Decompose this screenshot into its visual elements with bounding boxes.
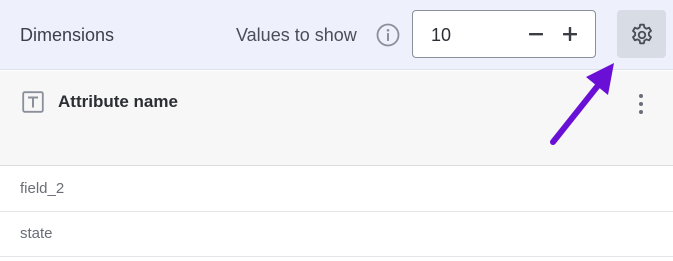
settings-button[interactable]	[617, 10, 666, 58]
list-item-label: state	[20, 225, 53, 242]
panel-title: Dimensions	[20, 25, 115, 45]
attribute-name[interactable]: Attribute name	[58, 92, 178, 112]
gear-icon	[632, 23, 652, 45]
attribute-header: Attribute name	[0, 71, 673, 166]
stepper-value[interactable]: 10	[431, 24, 451, 46]
list-item[interactable]: state	[0, 212, 673, 257]
panel-header: Dimensions Values to show 10	[0, 0, 673, 70]
minus-icon[interactable]	[525, 23, 547, 45]
text-type-icon	[22, 91, 44, 113]
values-to-show-stepper[interactable]: 10	[412, 10, 596, 58]
values-to-show-label: Values to show	[236, 25, 357, 45]
more-vertical-icon[interactable]	[632, 91, 650, 117]
list-item[interactable]: field_2	[0, 167, 673, 212]
info-icon[interactable]	[376, 23, 400, 47]
dimensions-panel: Dimensions Values to show 10 Attribute n…	[0, 0, 673, 261]
plus-icon[interactable]	[559, 23, 581, 45]
list-item-label: field_2	[20, 180, 65, 197]
